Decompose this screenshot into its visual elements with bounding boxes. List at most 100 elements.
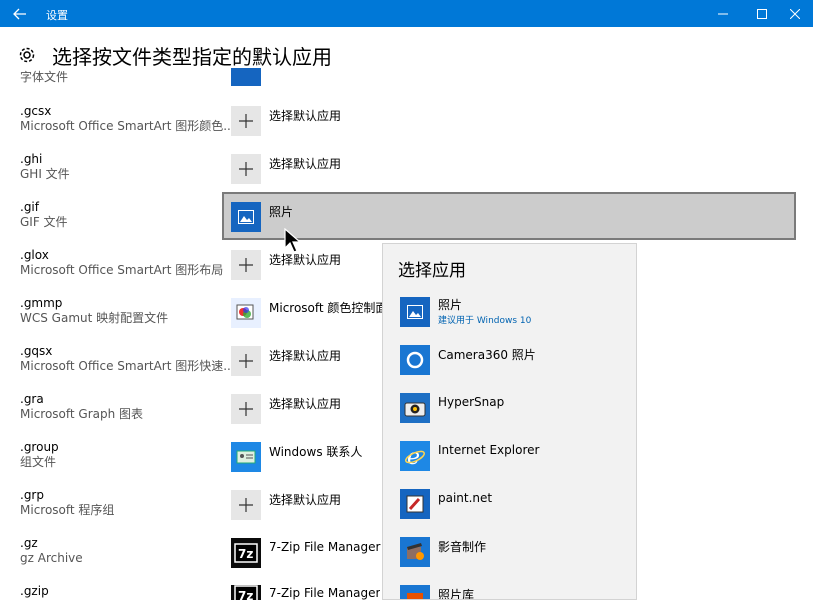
7zip-icon: 7z (231, 585, 261, 600)
file-type-row: .gmmp WCS Gamut 映射配置文件 (20, 296, 168, 326)
file-type-row: .ghi GHI 文件 (20, 152, 70, 182)
default-app-button-7zip[interactable]: 7z 7-Zip File Manager (231, 537, 380, 569)
file-extension: .gra (20, 392, 44, 406)
internet-explorer-icon: e (400, 441, 430, 471)
close-icon (790, 8, 800, 19)
file-extension: .gz (20, 536, 38, 550)
default-app-button-7zip[interactable]: 7z 7-Zip File Manager (231, 585, 380, 600)
maximize-button[interactable] (744, 0, 780, 27)
file-type-row: .glox Microsoft Office SmartArt 图形布局 (20, 248, 223, 278)
choose-default-app-button[interactable]: 选择默认应用 (231, 345, 341, 377)
plus-icon (231, 250, 261, 280)
app-label: 选择默认应用 (269, 492, 342, 507)
app-label: 选择默认应用 (269, 252, 342, 267)
choose-default-app-button[interactable]: 选择默认应用 (231, 105, 341, 137)
flyout-item-label: 影音制作 (438, 539, 487, 554)
default-app-button-color-control[interactable]: Microsoft 颜色控制面板 (231, 297, 399, 329)
app-label: Windows 联系人 (269, 444, 363, 459)
file-type-row: .gra Microsoft Graph 图表 (20, 392, 143, 422)
flyout-title: 选择应用 (398, 261, 466, 281)
app-label: 选择默认应用 (269, 156, 342, 171)
file-type-description: gz Archive (20, 551, 83, 565)
flyout-item-internet-explorer[interactable]: e Internet Explorer (400, 440, 539, 472)
app-label: 选择默认应用 (269, 396, 342, 411)
file-type-description: Microsoft 程序组 (20, 503, 115, 517)
file-type-row: .gz gz Archive (20, 536, 83, 566)
minimize-icon (718, 13, 728, 14)
contacts-icon (231, 442, 261, 472)
file-type-description: 字体文件 (20, 70, 69, 84)
minimize-button[interactable] (705, 0, 741, 27)
file-type-description: GIF 文件 (20, 215, 68, 229)
plus-icon (231, 394, 261, 424)
app-label: 选择默认应用 (269, 348, 342, 363)
file-type-description: Microsoft Office SmartArt 图形布局 (20, 263, 224, 277)
app-label: 7-Zip File Manager (269, 540, 381, 554)
plus-icon (231, 154, 261, 184)
photos-icon (400, 297, 430, 327)
gear-icon (18, 46, 36, 64)
photos-icon (231, 202, 261, 232)
file-extension: .gif (20, 200, 39, 214)
flyout-item-movie-maker[interactable]: 影音制作 (400, 536, 486, 568)
flyout-item-camera360[interactable]: Camera360 照片 (400, 344, 536, 376)
choose-default-app-button[interactable]: 选择默认应用 (231, 153, 341, 185)
svg-text:7z: 7z (238, 547, 253, 561)
flyout-item-photos[interactable]: 照片 建议用于 Windows 10 (400, 296, 531, 328)
file-type-row: .grp Microsoft 程序组 (20, 488, 114, 518)
file-type-row: .group 组文件 (20, 440, 59, 470)
recommended-note: 建议用于 Windows 10 (438, 316, 532, 326)
flyout-item-label: paint.net (438, 491, 493, 505)
back-arrow-icon (13, 8, 26, 19)
file-type-description: WCS Gamut 映射配置文件 (20, 311, 169, 325)
movie-maker-icon (400, 537, 430, 567)
close-button[interactable] (777, 0, 813, 27)
file-type-row: .gqsx Microsoft Office SmartArt 图形快速... (20, 344, 235, 374)
plus-icon (231, 490, 261, 520)
flyout-item-photo-gallery[interactable]: 照片库 (400, 584, 475, 600)
flyout-item-label: 照片 (438, 298, 463, 312)
app-label: 7-Zip File Manager (269, 585, 381, 600)
file-type-description: GHI 文件 (20, 167, 70, 181)
file-extension: .gmmp (20, 296, 63, 310)
flyout-item-label: HyperSnap (438, 395, 505, 409)
7zip-icon: 7z (231, 538, 261, 568)
hypersnap-icon (400, 393, 430, 423)
file-extension: .glox (20, 248, 49, 262)
file-type-description: 组文件 (20, 455, 57, 469)
file-type-description: Microsoft Graph 图表 (20, 407, 144, 421)
file-type-row: .gif GIF 文件 (20, 200, 68, 230)
file-extension: .gzip (20, 584, 49, 598)
plus-icon (231, 106, 261, 136)
plus-icon (231, 346, 261, 376)
file-extension: .ghi (20, 152, 43, 166)
mouse-cursor-icon (284, 228, 302, 253)
window-title: 设置 (46, 9, 68, 22)
app-label: 选择默认应用 (269, 108, 342, 123)
flyout-item-label: 照片库 (438, 587, 475, 600)
flyout-item-label: Internet Explorer (438, 443, 540, 457)
svg-text:7z: 7z (238, 589, 253, 600)
file-type-description: Microsoft Office SmartArt 图形颜色... (20, 119, 235, 133)
camera360-icon (400, 345, 430, 375)
file-extension: .grp (20, 488, 44, 502)
file-extension: .group (20, 440, 59, 454)
font-file-icon[interactable] (231, 68, 261, 86)
flyout-item-hypersnap[interactable]: HyperSnap (400, 392, 504, 424)
file-extension: .gcsx (20, 104, 52, 118)
choose-default-app-button[interactable]: 选择默认应用 (231, 393, 341, 425)
file-extension: .gqsx (20, 344, 53, 358)
flyout-item-label: Camera360 照片 (438, 347, 536, 362)
maximize-icon (757, 8, 767, 19)
page-header: 选择按文件类型指定的默认应用 (18, 41, 332, 69)
app-label: Microsoft 颜色控制面板 (269, 300, 400, 315)
file-type-row-font: 字体文件 (20, 70, 68, 85)
flyout-item-paint-net[interactable]: paint.net (400, 488, 492, 520)
back-button[interactable] (0, 0, 40, 27)
page-title: 选择按文件类型指定的默认应用 (52, 44, 332, 69)
default-app-button-contacts[interactable]: Windows 联系人 (231, 441, 362, 473)
color-control-icon (231, 298, 261, 328)
app-label: 照片 (269, 204, 294, 219)
choose-default-app-button[interactable]: 选择默认应用 (231, 489, 341, 521)
choose-app-flyout: 选择应用 照片 建议用于 Windows 10 Camera360 照片 Hyp… (382, 243, 637, 600)
